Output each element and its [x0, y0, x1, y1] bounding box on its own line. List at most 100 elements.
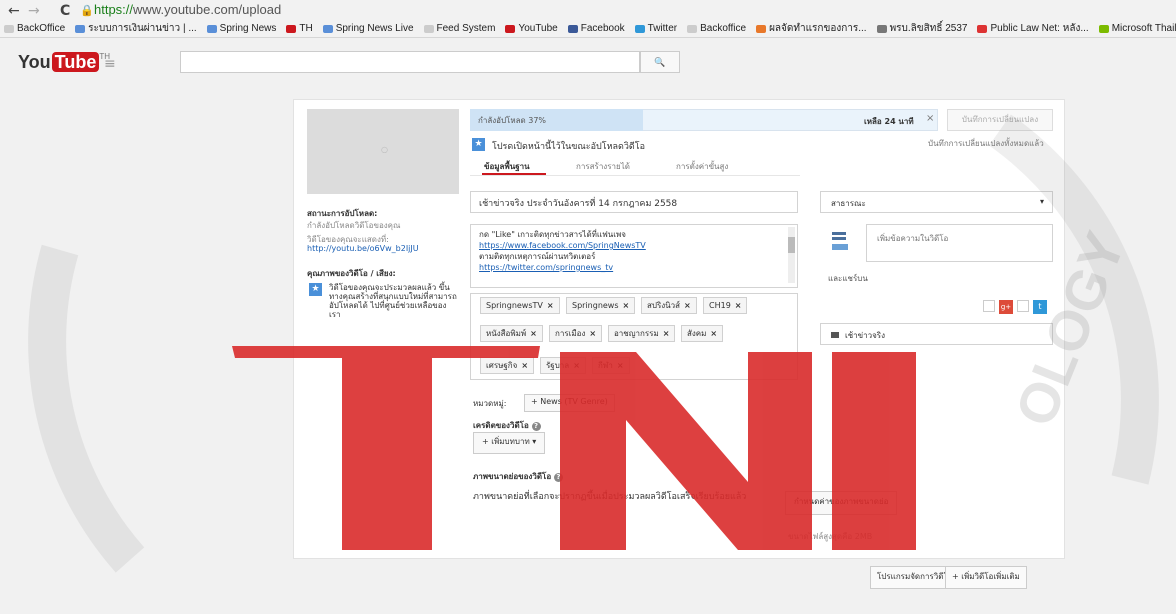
bookmark-icon — [567, 24, 578, 33]
loading-spinner-icon: ○ — [381, 145, 388, 154]
tag-chip[interactable]: สังคม × — [681, 325, 724, 342]
remove-tag-icon[interactable]: × — [530, 329, 537, 338]
info-star-icon: ★ — [472, 138, 485, 151]
bookmark-item[interactable]: Public Law Net: หลัง... — [977, 21, 1089, 36]
share-message-field[interactable]: เพิ่มข้อความในวิดีโอ — [866, 224, 1053, 262]
custom-thumbnail-button[interactable]: กำหนดค่าของภาพขนาดย่อ — [785, 491, 898, 515]
description-link[interactable]: https://twitter.com/springnews_tv — [479, 262, 789, 273]
tag-chip[interactable]: การเมือง × — [549, 325, 603, 342]
tag-chip[interactable]: อาชญากรรม × — [608, 325, 676, 342]
description-line: ตามติดทุกเหตุการณ์ผ่านทวิตเตอร์ — [479, 252, 596, 261]
bookmarks-bar: BackOffice ระบบการเงินผ่านข่าว | ... Sprin… — [0, 20, 1176, 37]
remove-tag-icon[interactable]: × — [663, 329, 670, 338]
bookmark-item[interactable]: Spring News Live — [322, 23, 414, 34]
back-button[interactable]: ← — [8, 3, 20, 19]
tag-chip[interactable]: หนังสือพิมพ์ × — [480, 325, 543, 342]
bookmark-item[interactable]: ระบบการเงินผ่านข่าว | ... — [75, 21, 197, 36]
help-icon[interactable]: ? — [531, 422, 541, 431]
remove-tag-icon[interactable]: × — [623, 301, 630, 310]
remove-tag-icon[interactable]: × — [617, 361, 624, 370]
category-button[interactable]: + News (TV Genre) — [524, 394, 615, 412]
bookmark-label: Public Law Net: หลัง... — [990, 23, 1089, 34]
search-input[interactable] — [180, 51, 640, 73]
max-file-size: ขนาดไฟล์สูงสุดคือ 2MB — [788, 532, 873, 541]
star-icon: ★ — [309, 283, 322, 296]
bookmark-icon — [1098, 24, 1109, 33]
video-link[interactable]: http://youtu.be/o6Vw_b2IjJU — [307, 244, 419, 253]
bookmark-label: Backoffice — [700, 23, 747, 34]
credits-label-text: เครดิตของวิดีโอ — [473, 421, 529, 430]
bookmark-item[interactable]: ผลจัดทำแรกของการ... — [756, 21, 867, 36]
bookmark-item[interactable]: Microsoft Thailand — [1098, 23, 1176, 34]
tag-chip[interactable]: เศรษฐกิจ × — [480, 357, 535, 374]
bookmark-label: BackOffice — [17, 23, 66, 34]
save-changes-button[interactable]: บันทึกการเปลี่ยนแปลง — [947, 109, 1053, 131]
remove-tag-icon[interactable]: × — [684, 301, 691, 310]
bookmark-icon — [322, 24, 333, 33]
tag-label: SpringnewsTV — [486, 301, 543, 310]
tag-chip[interactable]: กีฬา × — [592, 357, 630, 374]
bookmark-item[interactable]: BackOffice — [4, 23, 65, 34]
category-label: หมวดหมู่: — [473, 399, 507, 408]
bookmark-icon — [4, 24, 14, 33]
privacy-select[interactable]: สาธารณะ ▾ — [820, 191, 1053, 213]
remove-tag-icon[interactable]: × — [710, 329, 717, 338]
tab-basic-info[interactable]: ข้อมูลพื้นฐาน — [484, 160, 530, 173]
bookmark-icon — [423, 24, 434, 33]
title-field[interactable]: เช้าข่าวจริง ประจำวันอังคารที่ 14 กรกฎาค… — [470, 191, 798, 213]
remove-tag-icon[interactable]: × — [547, 301, 554, 310]
add-role-button[interactable]: + เพิ่มบทบาท ▾ — [473, 432, 546, 454]
saved-status: บันทึกการเปลี่ยนแปลงทั้งหมดแล้ว — [928, 139, 1044, 148]
bookmark-item[interactable]: Backoffice — [687, 23, 746, 34]
description-field[interactable]: กด "Like" เกาะติดทุกข่าวสารได้ที่แฟนเพจ … — [470, 224, 798, 288]
bookmark-item[interactable]: YouTube — [505, 23, 558, 34]
bookmark-item[interactable]: Feed System — [423, 23, 496, 34]
time-left: เหลือ 24 นาที — [864, 117, 914, 126]
youtube-logo[interactable]: You Tube TH — [18, 52, 110, 73]
thumbnail-label: ภาพขนาดย่อของวิดีโอ ? — [473, 470, 563, 483]
tag-chip[interactable]: CH19 × — [703, 297, 748, 314]
tag-chip[interactable]: Springnews × — [566, 297, 636, 314]
twitter-checkbox[interactable] — [1017, 300, 1029, 312]
tab-advanced-settings[interactable]: การตั้งค่าขั้นสูง — [676, 160, 728, 173]
active-tab-indicator — [482, 173, 546, 175]
tag-label: อาชญากรรม — [614, 329, 659, 338]
playlist-select[interactable]: เช้าข่าวจริง — [820, 323, 1053, 345]
bookmark-label: พรบ.ลิขสิทธิ์ 2537 — [889, 23, 968, 34]
bookmark-icon — [75, 24, 86, 33]
tag-chip[interactable]: สปริงนิวส์ × — [641, 297, 697, 314]
remove-tag-icon[interactable]: × — [735, 301, 742, 310]
bookmark-label: Feed System — [436, 23, 496, 34]
forward-button[interactable]: → — [28, 3, 40, 19]
menu-icon[interactable]: ≡ — [104, 56, 116, 72]
close-icon[interactable]: × — [926, 113, 934, 124]
bookmark-item[interactable]: พรบ.ลิขสิทธิ์ 2537 — [876, 21, 968, 36]
description-scrollbar[interactable] — [788, 227, 795, 283]
bookmark-item[interactable]: Facebook — [567, 23, 625, 34]
tag-chip[interactable]: SpringnewsTV × — [480, 297, 560, 314]
bookmark-icon — [286, 24, 297, 33]
reload-button[interactable]: C — [60, 3, 70, 19]
playlist-icon — [831, 332, 839, 338]
add-more-videos-button[interactable]: + เพิ่มวิดีโอเพิ่มเติม — [945, 566, 1027, 589]
tab-monetization[interactable]: การสร้างรายได้ — [576, 160, 630, 173]
bookmark-item[interactable]: Spring News — [206, 23, 276, 34]
bookmark-item[interactable]: TH — [286, 23, 313, 34]
description-link[interactable]: https://www.facebook.com/SpringNewsTV — [479, 240, 789, 251]
remove-tag-icon[interactable]: × — [521, 361, 528, 370]
tag-label: สปริงนิวส์ — [647, 301, 681, 310]
gplus-checkbox[interactable] — [983, 300, 995, 312]
bookmark-item[interactable]: Twitter — [634, 23, 677, 34]
bookmark-icon — [756, 24, 767, 33]
search-button[interactable]: 🔍 — [640, 51, 680, 73]
tag-label: กีฬา — [598, 361, 613, 370]
bookmark-label: Facebook — [580, 23, 625, 34]
help-icon[interactable]: ? — [553, 473, 563, 482]
quality-heading: คุณภาพของวิดีโอ / เสียง: — [307, 269, 396, 278]
remove-tag-icon[interactable]: × — [573, 361, 580, 370]
tag-chip[interactable]: รัฐบาล × — [540, 357, 586, 374]
tag-label: หนังสือพิมพ์ — [486, 329, 527, 338]
privacy-value: สาธารณะ — [831, 199, 866, 208]
address-bar[interactable]: https://www.youtube.com/upload — [94, 2, 281, 17]
remove-tag-icon[interactable]: × — [589, 329, 596, 338]
